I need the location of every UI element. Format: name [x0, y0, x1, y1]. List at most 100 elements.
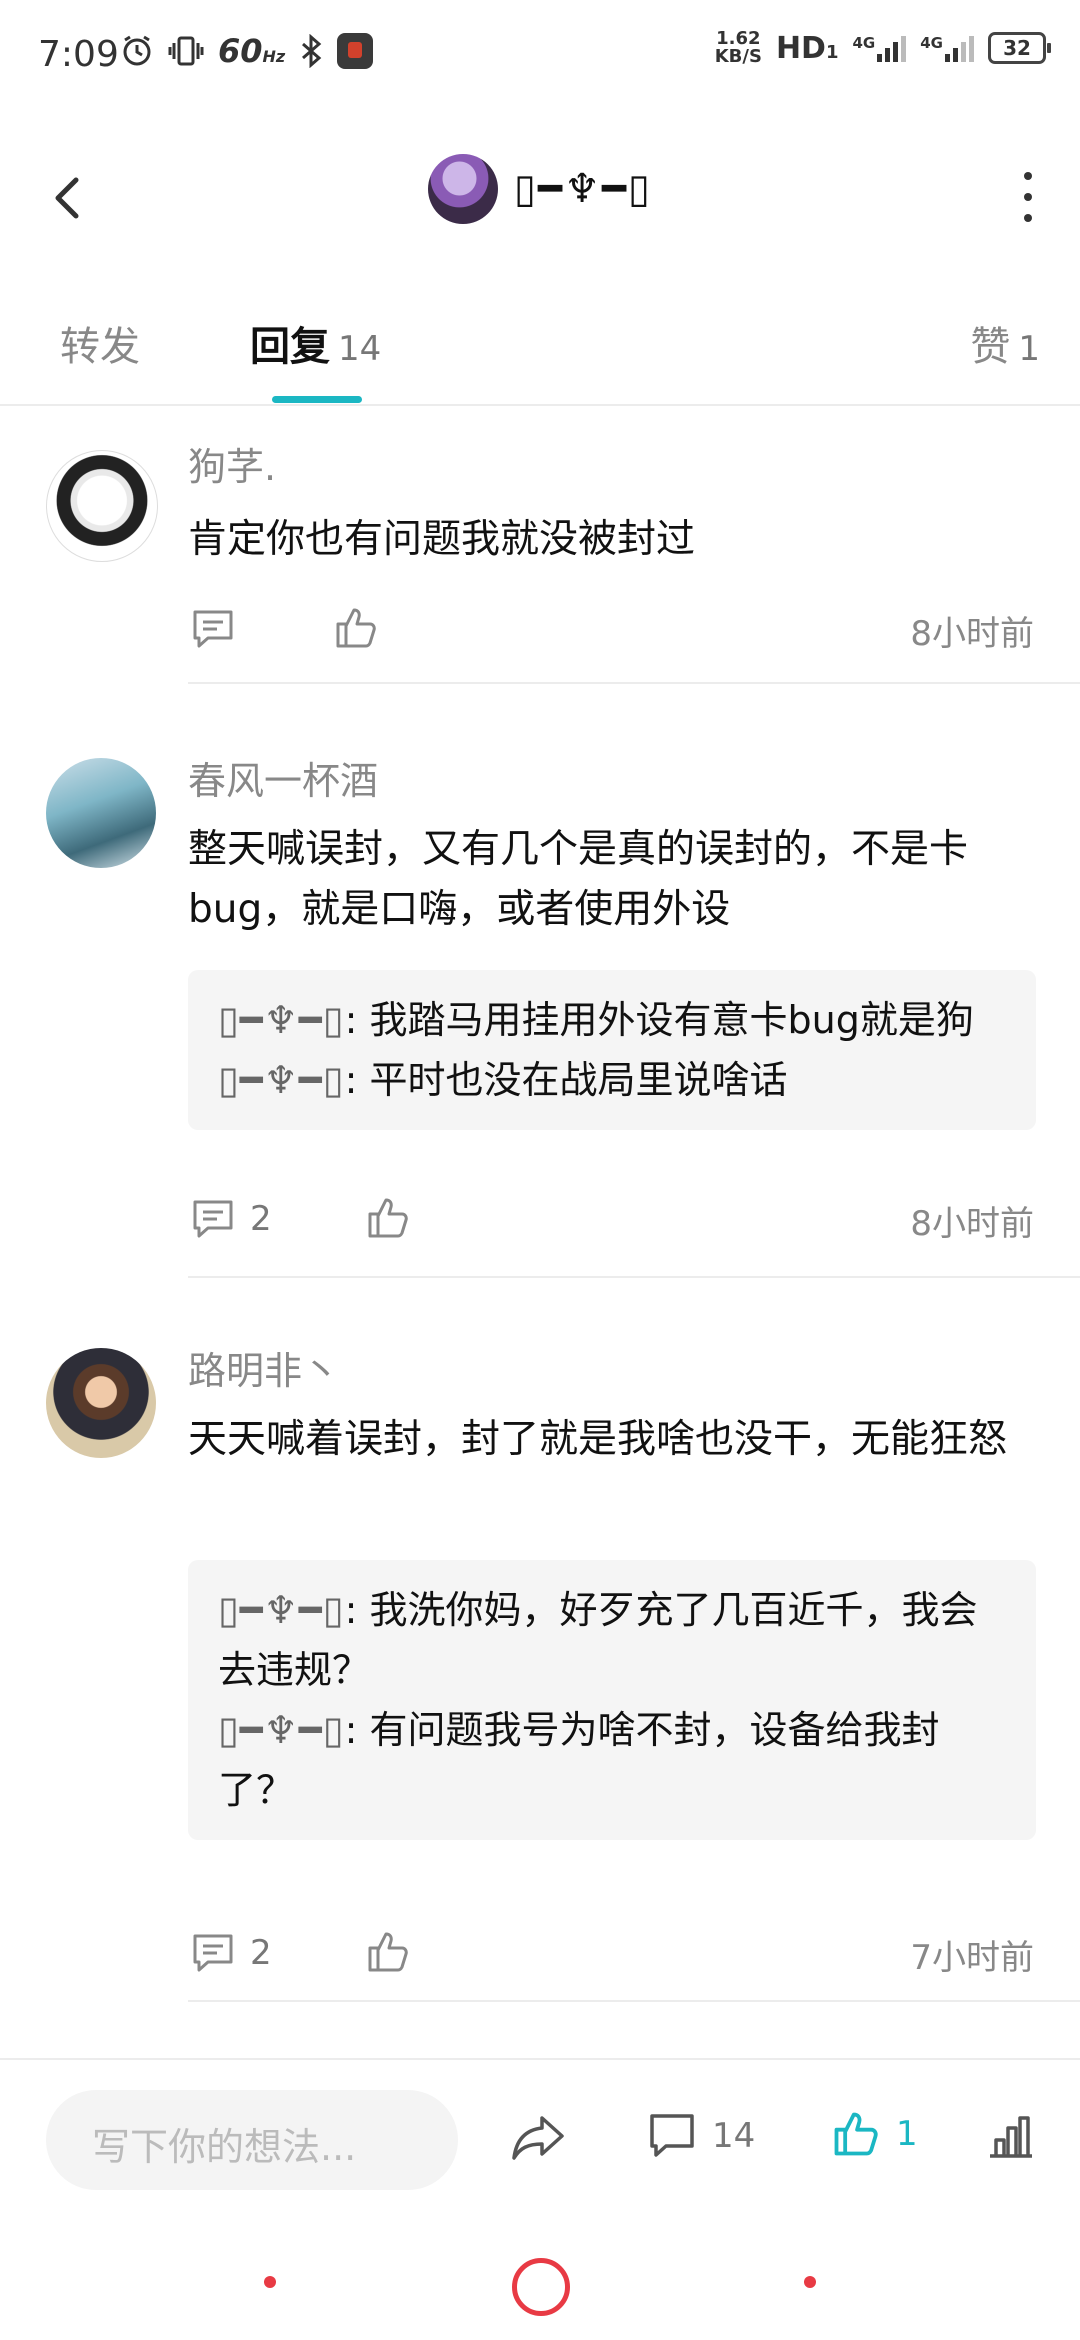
chevron-left-icon: [55, 177, 79, 219]
tab-reply-count: 14: [338, 329, 382, 369]
signal-2-bars-icon: [945, 34, 974, 62]
header-user[interactable]: ▯━♆━▯: [428, 154, 652, 224]
reply-preview-line: ▯━♆━▯: 我洗你妈，好歹充了几百近千，我会去违规？: [218, 1580, 1006, 1700]
signal-1-label: 4G: [852, 34, 876, 52]
reply-author[interactable]: ▯━♆━▯: [218, 998, 345, 1042]
thumbs-up-icon: [336, 608, 376, 648]
like-button[interactable]: [364, 1194, 412, 1246]
comment-icon: [193, 1934, 233, 1972]
signal-2-label: 4G: [920, 34, 943, 52]
status-right-icons: 1.62 KB/S HD1 4G 4G 32: [715, 30, 1051, 66]
more-options-button[interactable]: [1016, 172, 1040, 222]
comment-time: 8小时前: [910, 614, 1034, 654]
username: ▯━♆━▯: [514, 166, 653, 212]
status-bar: 7:09 60Hz 1.62 KB/S HD1 4G 4G 32: [0, 0, 1080, 112]
tab-like[interactable]: 赞1: [970, 314, 1040, 372]
reply-text: : 我踏马用挂用外设有意卡bug就是狗: [344, 998, 974, 1042]
reply-preview-line: ▯━♆━▯: 平时也没在战局里说啥话: [218, 1050, 1006, 1110]
comment-text: 天天喊着误封，封了就是我啥也没干，无能狂怒: [188, 1417, 1008, 1462]
alarm-icon: [123, 35, 151, 66]
comment-text: 整天喊误封，又有几个是真的误封的，不是卡bug，就是口嗨，或者使用外设: [188, 827, 969, 932]
system-nav-bar: [0, 2220, 1080, 2340]
back-button[interactable]: [36, 162, 96, 232]
refresh-unit: Hz: [262, 47, 286, 66]
reply-preview-line: ▯━♆━▯: 我踏马用挂用外设有意卡bug就是狗: [218, 990, 1006, 1050]
tab-reply[interactable]: 回复 14: [250, 314, 381, 372]
refresh-value: 60: [218, 32, 263, 70]
tab-active-indicator: [272, 396, 362, 403]
hd-label: HD: [775, 30, 826, 66]
tab-forward-label: 转发: [60, 324, 140, 370]
divider: [188, 682, 1080, 684]
reply-button[interactable]: 2: [190, 1196, 272, 1242]
nav-home-button[interactable]: [512, 2258, 570, 2316]
like-count-button[interactable]: 1: [830, 2108, 918, 2160]
tab-like-label: 赞: [970, 324, 1011, 370]
avatar[interactable]: [46, 450, 158, 562]
share-icon: [512, 2116, 564, 2160]
comment-icon: [193, 610, 233, 648]
comment-icon: [650, 2114, 694, 2157]
reply-author[interactable]: ▯━♆━▯: [218, 1058, 345, 1102]
hd-indicator: HD1: [776, 31, 839, 66]
bottom-action-bar: 写下你的想法... 14 1: [0, 2058, 1080, 2220]
signal-1-bars-icon: [877, 34, 907, 62]
reply-count: 2: [250, 1199, 272, 1239]
comment-count: 14: [712, 2116, 756, 2156]
comment-actions: 2 8小时前: [188, 1190, 1036, 1250]
reply-button[interactable]: 2: [190, 1930, 272, 1976]
status-left-icons: 60Hz: [120, 32, 374, 70]
vibrate-icon: [168, 36, 204, 66]
tab-forward[interactable]: 转发: [60, 314, 140, 372]
bluetooth-icon: [302, 34, 322, 68]
divider: [188, 2000, 1080, 2002]
top-header: ▯━♆━▯: [0, 112, 1080, 282]
reply-author[interactable]: ▯━♆━▯: [218, 1588, 345, 1632]
reply-preview-line: ▯━♆━▯: 有问题我号为啥不封，设备给我封了？: [218, 1700, 1006, 1820]
status-time: 7:09: [38, 34, 119, 75]
like-count: 1: [896, 2114, 918, 2154]
reply-preview-box[interactable]: ▯━♆━▯: 我洗你妈，好歹充了几百近千，我会去违规？ ▯━♆━▯: 有问题我号…: [188, 1560, 1036, 1840]
comment-time: 8小时前: [910, 1204, 1034, 1244]
avatar[interactable]: [46, 758, 156, 868]
comment-author[interactable]: 路明非丶: [188, 1340, 340, 1395]
stats-button[interactable]: [986, 2112, 1036, 2164]
speed-unit: KB/S: [714, 46, 762, 67]
tab-reply-label: 回复: [250, 324, 330, 370]
reply-text: : 平时也没在战局里说啥话: [344, 1058, 788, 1102]
comment-actions: 2 7小时前: [188, 1924, 1036, 1984]
comment-icon: [193, 1200, 233, 1238]
refresh-rate: 60Hz: [218, 32, 285, 70]
comment-count-button[interactable]: 14: [646, 2110, 755, 2162]
app-notification-icon: [337, 33, 374, 69]
tab-bar: 转发 回复 14 赞1: [0, 300, 1080, 406]
avatar[interactable]: [46, 1348, 156, 1458]
more-dot: [1024, 172, 1032, 180]
signal-1: 4G: [853, 34, 907, 62]
reply-author[interactable]: ▯━♆━▯: [218, 1708, 345, 1752]
reply-button[interactable]: [190, 606, 236, 652]
nav-back-button[interactable]: [264, 2276, 276, 2288]
signal-2: 4G: [920, 34, 974, 62]
comment-time: 7小时前: [910, 1938, 1034, 1978]
battery-icon: 32: [988, 32, 1051, 64]
comment-input[interactable]: 写下你的想法...: [46, 2090, 458, 2190]
thumbs-up-icon: [834, 2112, 878, 2156]
comment-text: 肯定你也有问题我就没被封过: [188, 517, 696, 562]
divider: [188, 1276, 1080, 1278]
comment-author[interactable]: 狗芓.: [188, 436, 276, 491]
avatar[interactable]: [428, 154, 498, 224]
hd-sub: 1: [825, 41, 839, 63]
comment-input-placeholder: 写下你的想法...: [92, 2125, 357, 2169]
comment-actions: 8小时前: [188, 600, 1036, 660]
nav-recents-button[interactable]: [804, 2276, 816, 2288]
like-button[interactable]: [364, 1928, 412, 1980]
reply-count: 2: [250, 1933, 272, 1973]
share-button[interactable]: [510, 2112, 568, 2166]
comment-author[interactable]: 春风一杯酒: [188, 750, 378, 805]
network-speed: 1.62 KB/S: [715, 30, 762, 66]
like-button[interactable]: [332, 604, 380, 656]
reply-preview-box[interactable]: ▯━♆━▯: 我踏马用挂用外设有意卡bug就是狗 ▯━♆━▯: 平时也没在战局里…: [188, 970, 1036, 1130]
more-dot: [1024, 193, 1032, 201]
thumbs-up-icon: [368, 1198, 408, 1238]
